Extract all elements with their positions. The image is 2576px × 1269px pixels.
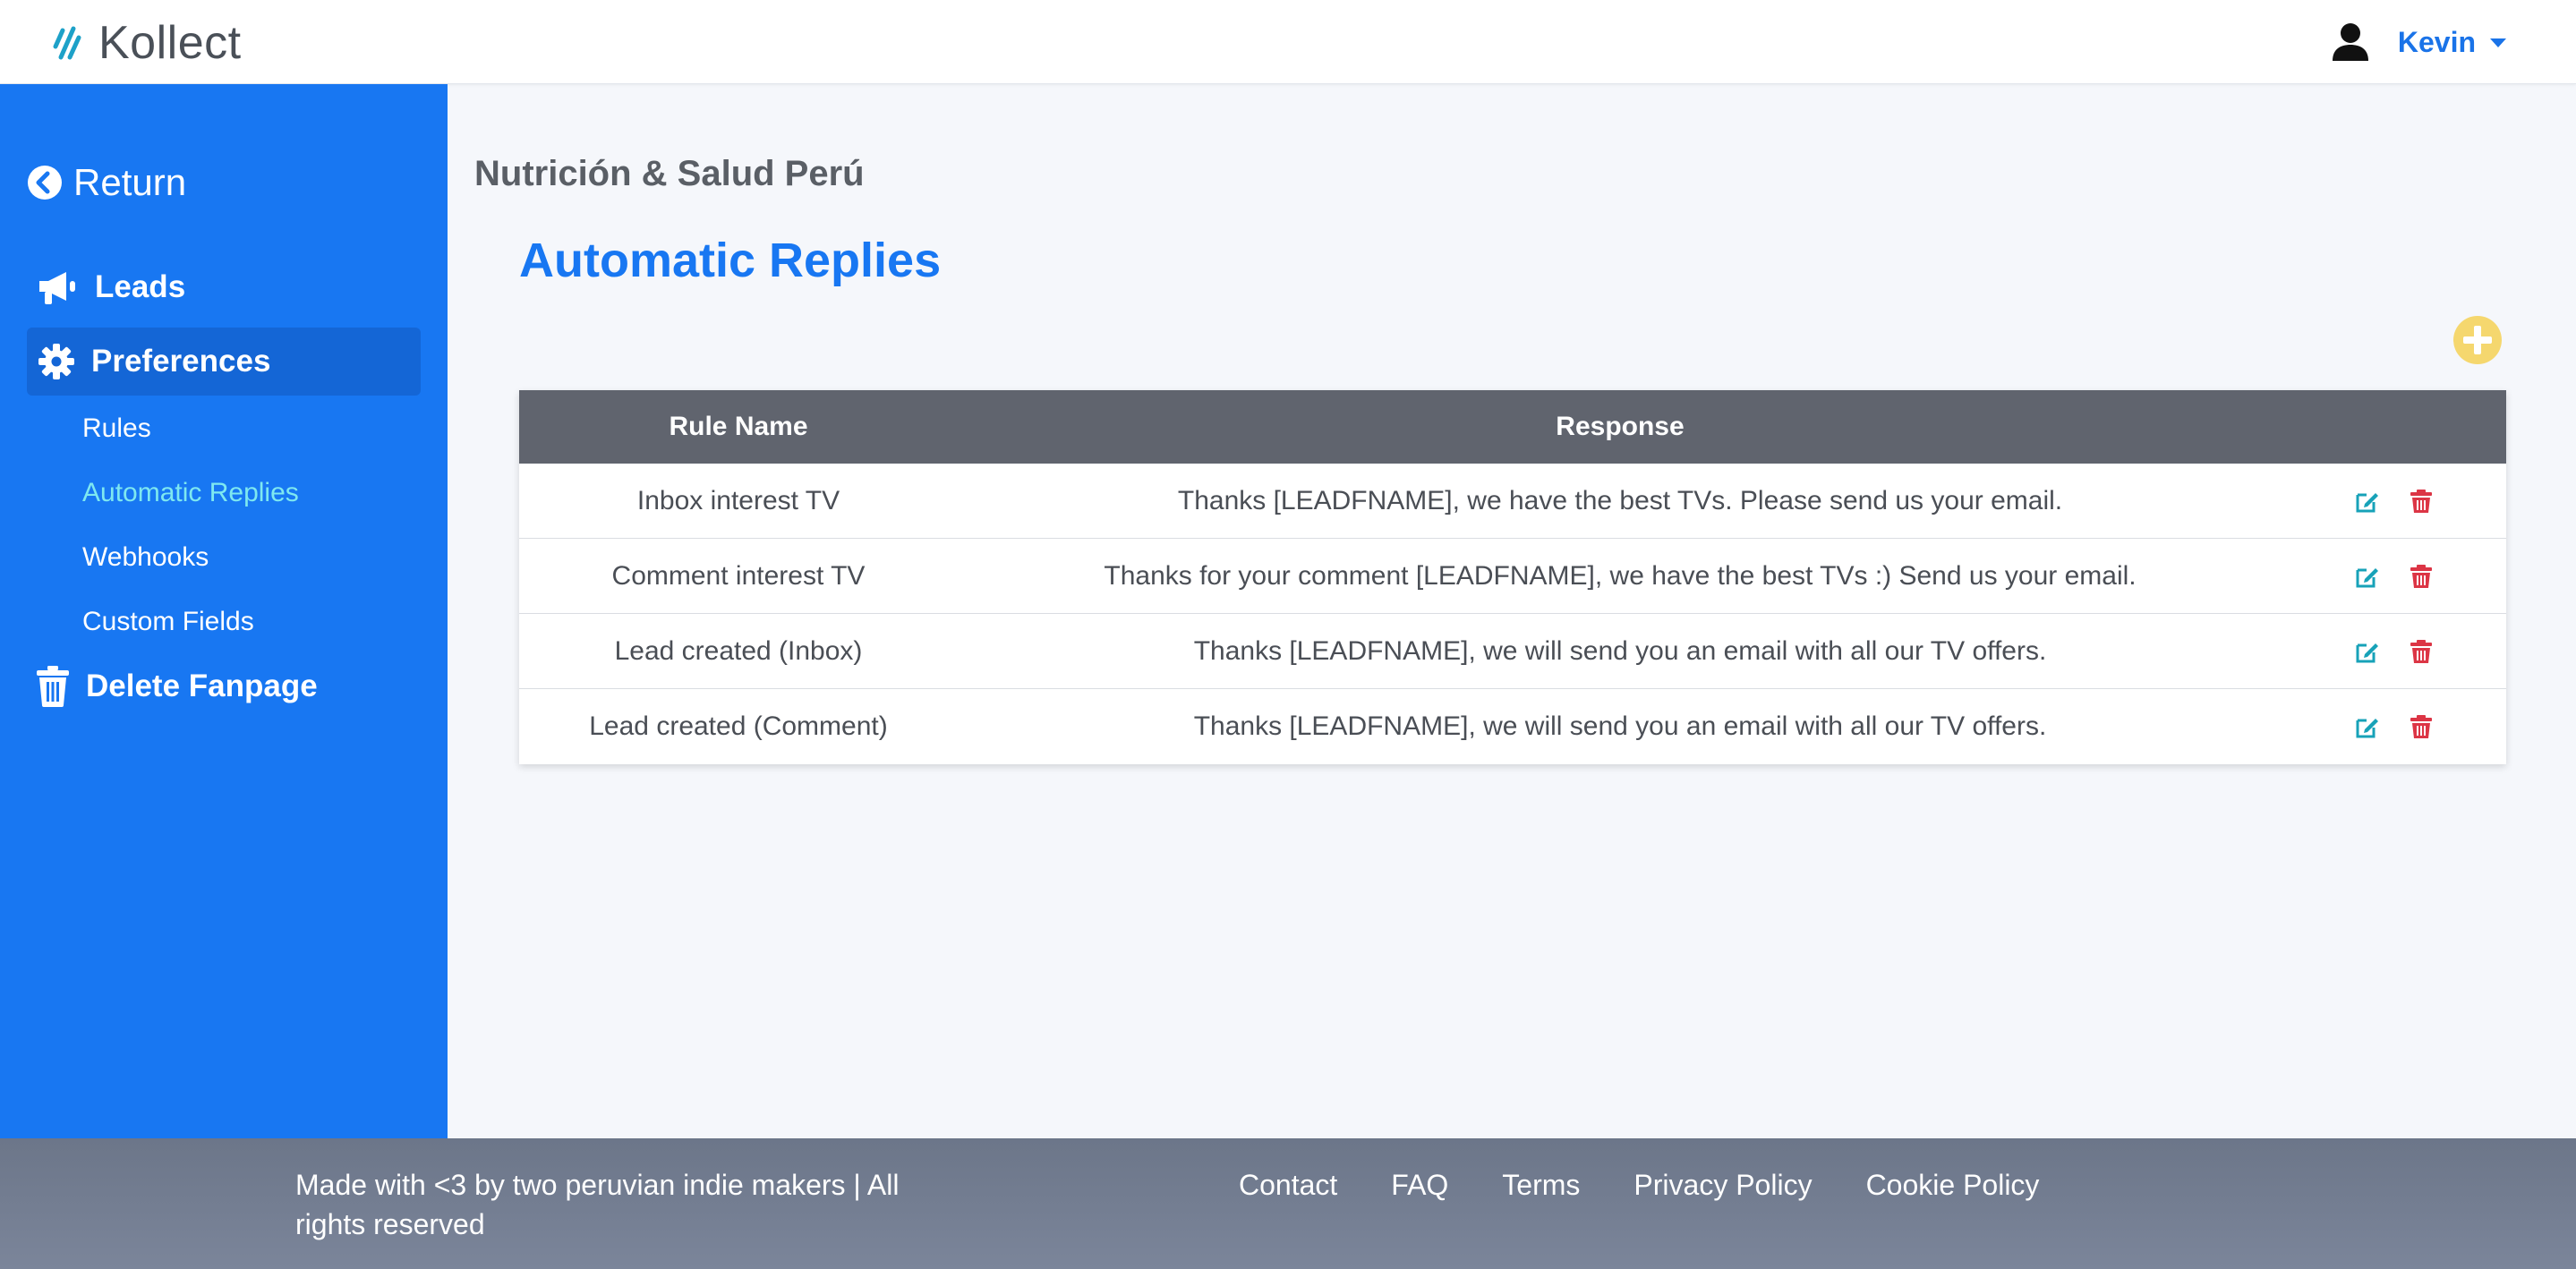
sidebar-item-label: Delete Fanpage	[86, 669, 318, 703]
user-menu[interactable]: Kevin	[2330, 16, 2506, 68]
trash-icon	[37, 666, 69, 707]
user-name[interactable]: Kevin	[2398, 26, 2476, 59]
column-header-response: Response	[1556, 412, 1685, 441]
edit-icon[interactable]	[2354, 713, 2381, 740]
actions-cell	[2282, 713, 2506, 740]
edit-icon[interactable]	[2354, 638, 2381, 665]
sidebar-item-label: Preferences	[91, 344, 271, 379]
rule-name-cell: Comment interest TV	[611, 560, 866, 591]
sidebar-item-leads[interactable]: Leads	[36, 268, 185, 306]
edit-icon[interactable]	[2354, 563, 2381, 590]
sidebar-item-label: Leads	[95, 269, 186, 304]
page-title: Nutrición & Salud Perú	[474, 154, 865, 193]
return-link[interactable]: Return	[27, 161, 186, 204]
sidebar-item-delete-fanpage[interactable]: Delete Fanpage	[36, 666, 318, 707]
footer-link-terms[interactable]: Terms	[1502, 1165, 1580, 1205]
sidebar-subitem-custom-fields[interactable]: Custom Fields	[82, 607, 254, 637]
column-header-rule-name: Rule Name	[669, 412, 808, 441]
sidebar-subitem-automatic-replies[interactable]: Automatic Replies	[82, 478, 299, 508]
table-row: Comment interest TV Thanks for your comm…	[519, 539, 2506, 614]
footer-tagline: Made with <3 by two peruvian indie maker…	[295, 1169, 900, 1240]
brand-logo[interactable]: Kollect	[48, 16, 242, 70]
rule-name-cell: Lead created (Comment)	[589, 711, 888, 741]
sidebar-subitem-rules[interactable]: Rules	[82, 413, 151, 444]
table-header: Rule Name Response	[519, 390, 2506, 464]
delete-icon[interactable]	[2408, 563, 2435, 590]
chevron-left-circle-icon	[28, 166, 62, 200]
delete-icon[interactable]	[2408, 488, 2435, 515]
rule-name-cell: Inbox interest TV	[636, 485, 840, 515]
table-row: Inbox interest TV Thanks [LEADFNAME], we…	[519, 464, 2506, 539]
delete-icon[interactable]	[2408, 638, 2435, 665]
delete-icon[interactable]	[2408, 713, 2435, 740]
sidebar-subitem-webhooks[interactable]: Webhooks	[82, 542, 209, 573]
table-row: Lead created (Inbox) Thanks [LEADFNAME],…	[519, 614, 2506, 689]
footer-link-cookie-policy[interactable]: Cookie Policy	[1866, 1165, 2040, 1205]
footer-link-contact[interactable]: Contact	[1239, 1165, 1337, 1205]
rule-name-cell: Lead created (Inbox)	[614, 635, 863, 666]
footer-link-faq[interactable]: FAQ	[1391, 1165, 1448, 1205]
actions-cell	[2282, 488, 2506, 515]
chevron-down-icon[interactable]	[2490, 38, 2506, 47]
top-navbar: Kollect Kevin	[0, 0, 2576, 84]
response-cell: Thanks [LEADFNAME], we have the best TVs…	[1177, 485, 2063, 515]
return-label: Return	[73, 161, 187, 203]
response-cell: Thanks [LEADFNAME], we will send you an …	[1193, 635, 2047, 666]
response-cell: Thanks for your comment [LEADFNAME], we …	[1104, 560, 2137, 591]
footer-link-privacy-policy[interactable]: Privacy Policy	[1633, 1165, 1812, 1205]
footer-links: Contact FAQ Terms Privacy Policy Cookie …	[1239, 1165, 2039, 1205]
table-row: Lead created (Comment) Thanks [LEADFNAME…	[519, 689, 2506, 764]
gear-icon	[38, 344, 74, 379]
footer: Made with <3 by two peruvian indie maker…	[0, 1138, 2576, 1269]
kollect-logo-icon	[53, 26, 81, 60]
user-icon	[2332, 23, 2368, 61]
sidebar: Return Leads Preferences Rules Automatic…	[0, 84, 448, 1138]
edit-icon[interactable]	[2354, 488, 2381, 515]
section-title: Automatic Replies	[519, 234, 942, 287]
add-reply-button[interactable]	[2452, 315, 2503, 365]
actions-cell	[2282, 638, 2506, 665]
brand-name: Kollect	[98, 17, 242, 69]
actions-cell	[2282, 563, 2506, 590]
automatic-replies-table: Rule Name Response Inbox interest TV Tha…	[519, 390, 2506, 764]
response-cell: Thanks [LEADFNAME], we will send you an …	[1193, 711, 2047, 741]
megaphone-icon	[39, 272, 75, 304]
sidebar-item-preferences[interactable]: Preferences	[27, 328, 421, 396]
